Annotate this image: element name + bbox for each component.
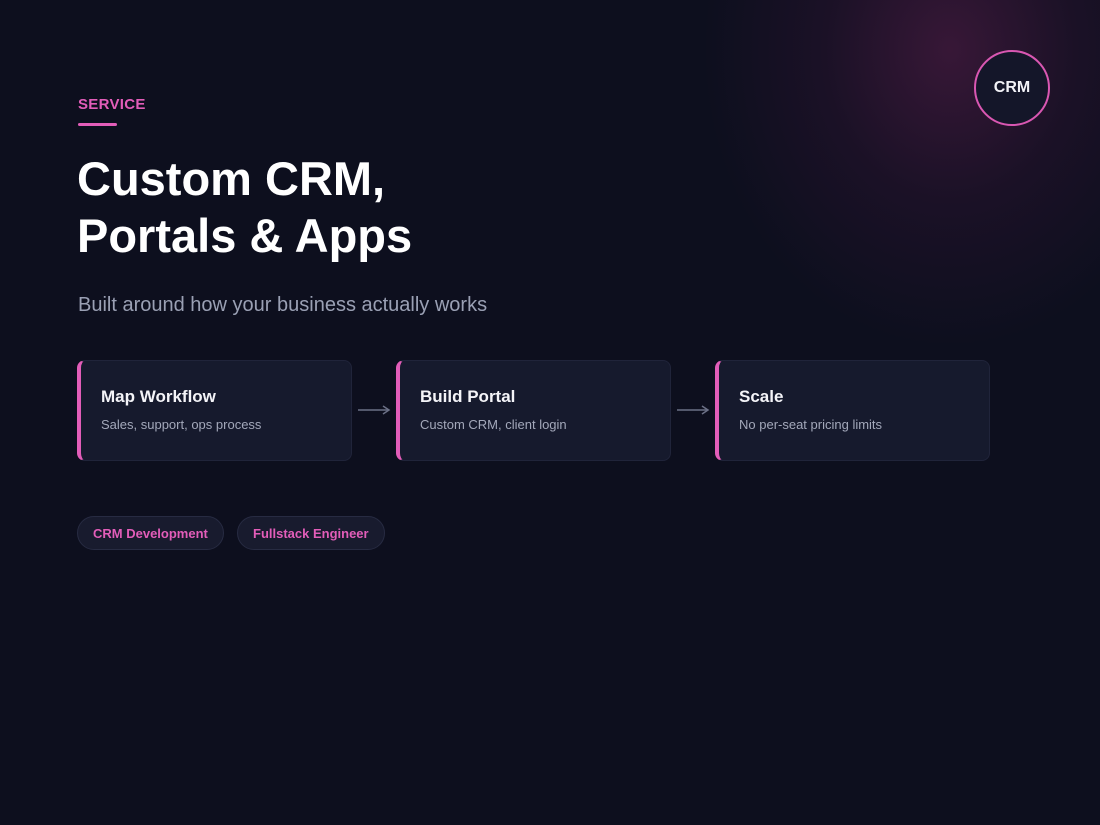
tag-crm-development[interactable]: CRM Development: [77, 516, 224, 550]
arrow-right-icon: [358, 405, 391, 415]
step-description: Sales, support, ops process: [101, 417, 262, 432]
section-eyebrow: SERVICE: [78, 96, 146, 113]
step-description: No per-seat pricing limits: [739, 417, 883, 432]
step-description: Custom CRM, client login: [420, 417, 567, 432]
step-card-scale: Scale No per-seat pricing limits: [715, 360, 990, 461]
tag-fullstack-engineer[interactable]: Fullstack Engineer: [237, 516, 385, 550]
step-title: Scale: [739, 387, 784, 406]
title-line-1: Custom CRM,: [77, 152, 386, 205]
page-subtitle: Built around how your business actually …: [78, 294, 488, 316]
background-glow: [700, 0, 1100, 350]
page: CRM SERVICE Custom CRM, Portals & Apps B…: [0, 0, 1100, 825]
title-line-2: Portals & Apps: [77, 209, 413, 262]
eyebrow-underline: [78, 123, 117, 126]
step-title: Map Workflow: [101, 387, 216, 406]
step-card-map-workflow: Map Workflow Sales, support, ops process: [77, 360, 352, 461]
page-title: Custom CRM, Portals & Apps: [77, 150, 412, 264]
crm-badge: CRM: [974, 50, 1050, 126]
arrow-right-icon: [677, 405, 710, 415]
crm-badge-label: CRM: [993, 79, 1031, 96]
step-title: Build Portal: [420, 387, 516, 406]
step-card-build-portal: Build Portal Custom CRM, client login: [396, 360, 671, 461]
